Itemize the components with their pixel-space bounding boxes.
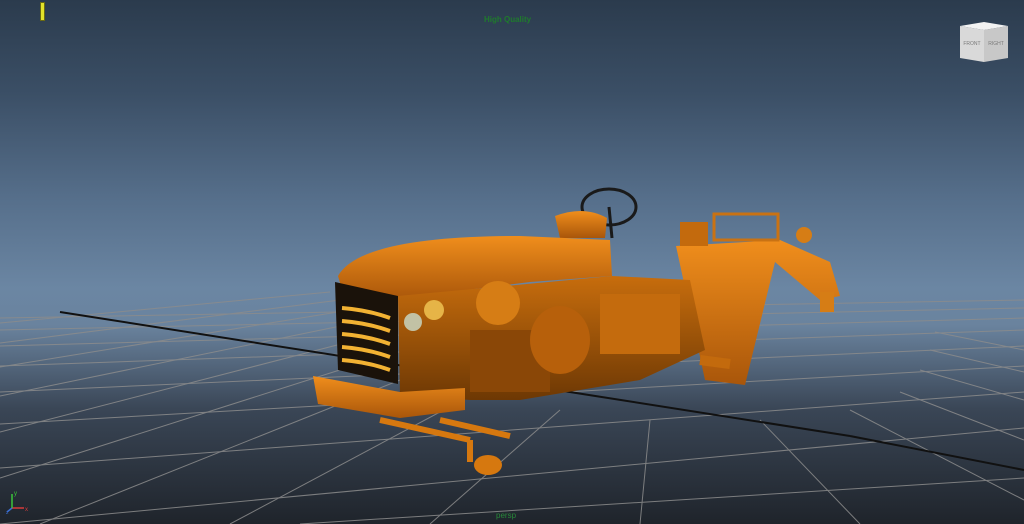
axis-indicator: x y z bbox=[6, 491, 28, 514]
timeline-marker bbox=[40, 2, 45, 21]
axis-y-label: y bbox=[14, 491, 17, 497]
3d-viewport[interactable]: High Quality FRONT RIGHT x y z persp bbox=[0, 0, 1024, 524]
viewcube-right-face[interactable]: RIGHT bbox=[988, 41, 1004, 47]
quality-label: High Quality bbox=[484, 15, 532, 24]
viewcube[interactable]: FRONT RIGHT bbox=[958, 20, 1010, 64]
camera-label: persp bbox=[496, 511, 517, 520]
tractor-model[interactable] bbox=[0, 0, 1024, 524]
axis-x-label: x bbox=[25, 507, 28, 513]
viewcube-front-face[interactable]: FRONT bbox=[963, 41, 980, 47]
